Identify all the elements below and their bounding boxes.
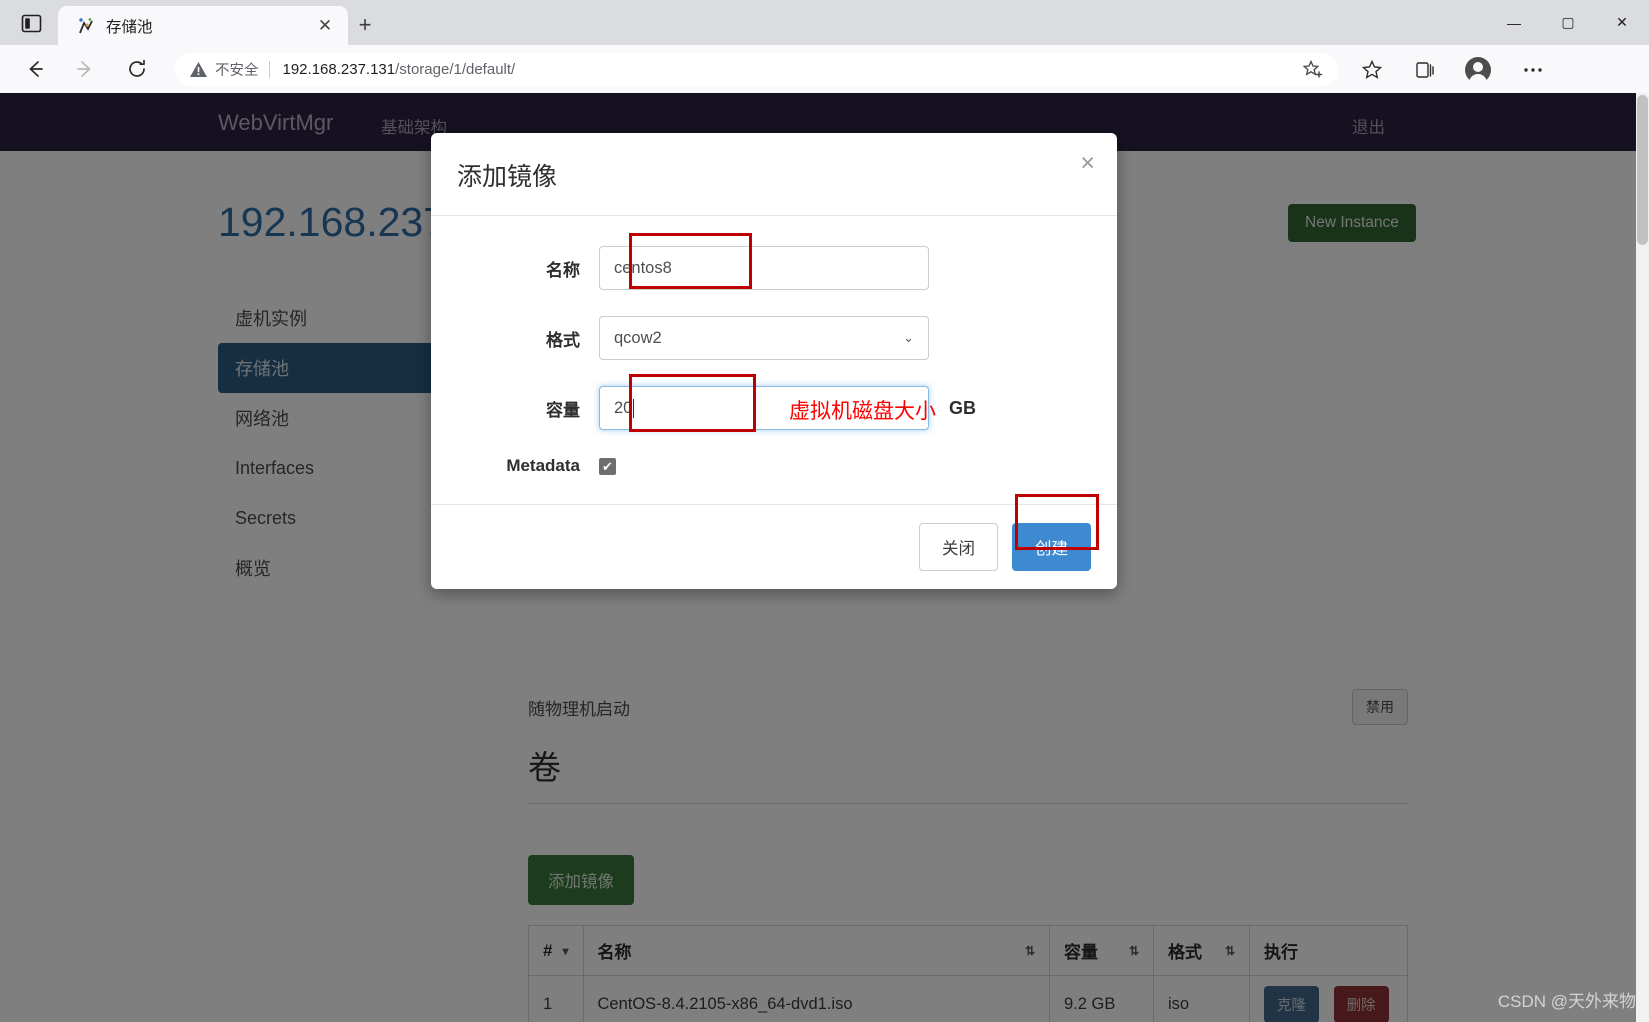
format-select-value: qcow2	[614, 328, 662, 347]
url-text: 192.168.237.131/storage/1/default/	[283, 61, 516, 78]
favorites-icon[interactable]	[1355, 53, 1389, 86]
modal-title: 添加镜像	[457, 163, 558, 191]
annotation-highlight-create	[1015, 494, 1099, 550]
form-row-name: 名称 centos8	[457, 233, 1091, 290]
form-row-metadata: Metadata ✔	[457, 456, 1091, 476]
browser-toolbar: 不安全 192.168.237.131/storage/1/default/	[0, 45, 1649, 93]
format-label: 格式	[546, 330, 580, 350]
add-image-modal: 添加镜像 × 名称 centos8 格式 qcow2 ⌄ 容量 20 GB 虚拟…	[431, 133, 1117, 589]
webvirtmgr-favicon	[76, 16, 96, 36]
warning-icon	[189, 60, 208, 79]
page-scrollbar[interactable]	[1636, 93, 1649, 1022]
modal-body: 名称 centos8 格式 qcow2 ⌄ 容量 20 GB 虚拟机磁盘大小 M…	[431, 216, 1117, 504]
collections-icon[interactable]	[1408, 53, 1442, 86]
capacity-label: 容量	[546, 400, 580, 420]
window-controls: — ▢ ✕	[1487, 0, 1649, 45]
address-bar[interactable]: 不安全 192.168.237.131/storage/1/default/	[175, 53, 1338, 86]
close-icon[interactable]: ×	[1080, 151, 1095, 176]
name-input[interactable]: centos8	[599, 246, 929, 290]
text-caret	[633, 398, 635, 418]
page-viewport: WebVirtMgr 基础架构 退出 192.168.237.131 New I…	[0, 93, 1649, 1022]
form-row-capacity: 容量 20 GB 虚拟机磁盘大小	[457, 374, 1091, 432]
metadata-checkbox[interactable]: ✔	[599, 457, 616, 475]
annotation-text: 虚拟机磁盘大小	[789, 400, 936, 423]
tab-actions-icon[interactable]	[14, 8, 48, 38]
browser-chrome: 存储池 ✕ + — ▢ ✕ 不安全 192.168.237.131/storag…	[0, 0, 1649, 93]
browser-titlebar: 存储池 ✕ + — ▢ ✕	[0, 0, 1649, 45]
new-tab-button[interactable]: +	[350, 10, 380, 40]
tab-title: 存储池	[106, 18, 153, 36]
chevron-down-icon: ⌄	[903, 330, 914, 345]
modal-header: 添加镜像 ×	[431, 133, 1117, 216]
more-options-icon[interactable]	[1516, 53, 1550, 86]
scrollbar-thumb[interactable]	[1637, 95, 1648, 245]
profile-avatar-icon[interactable]	[1461, 53, 1495, 86]
url-host: 192.168.237.131	[282, 61, 396, 78]
capacity-input-value: 20	[614, 398, 633, 417]
star-add-icon[interactable]	[1302, 59, 1324, 81]
omnibox-divider	[268, 61, 270, 78]
metadata-label: Metadata	[506, 456, 580, 475]
watermark: CSDN @天外来物	[1497, 992, 1636, 1011]
forward-icon	[68, 52, 102, 86]
name-label: 名称	[546, 260, 580, 280]
format-select[interactable]: qcow2 ⌄	[599, 316, 929, 360]
maximize-icon[interactable]: ▢	[1541, 0, 1595, 45]
back-icon[interactable]	[18, 52, 52, 86]
close-icon[interactable]: ✕	[312, 13, 338, 39]
browser-tab[interactable]: 存储池 ✕	[58, 6, 348, 45]
window-close-icon[interactable]: ✕	[1595, 0, 1649, 45]
form-row-format: 格式 qcow2 ⌄	[457, 316, 1091, 360]
capacity-unit-label: GB	[949, 397, 976, 418]
modal-close-button[interactable]: 关闭	[919, 523, 998, 571]
security-status: 不安全	[215, 63, 259, 79]
url-path: /storage/1/default/	[395, 61, 516, 78]
minimize-icon[interactable]: —	[1487, 0, 1541, 45]
modal-footer: 关闭 创建	[431, 494, 1117, 589]
reload-icon[interactable]	[120, 52, 154, 86]
